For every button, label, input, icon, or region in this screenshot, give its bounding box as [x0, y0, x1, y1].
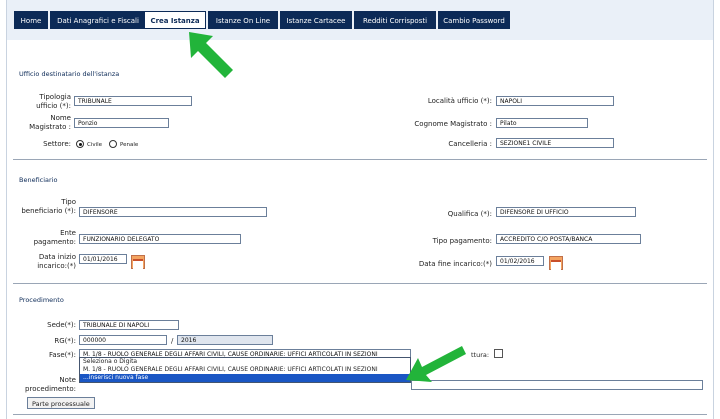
rg-label: RG(*): — [54, 337, 76, 345]
localita-label: Località ufficio (*): — [427, 97, 492, 105]
tab-dati-anagrafici[interactable]: Dati Anagrafici e Fiscali — [50, 11, 146, 29]
data-fine-field[interactable]: 01/02/2016 — [496, 256, 544, 266]
top-navigation: Home Dati Anagrafici e Fiscali Crea Ista… — [7, 0, 713, 40]
cognome-magistrato-field[interactable]: Pilato — [496, 118, 588, 128]
partial-label: ttura: — [471, 351, 490, 359]
fase-option-inserisci[interactable]: ...inserisci nuova fase — [80, 374, 410, 382]
qualifica-label: Qualifica (*): — [447, 210, 492, 218]
rg-separator: / — [171, 337, 174, 345]
tipo-beneficiario-label: Tipo beneficiario (*): — [21, 198, 76, 215]
fase-dropdown-list: Seleziona o Digita M. 1/8 - RUOLO GENERA… — [79, 357, 411, 383]
section-title-beneficiario: Beneficiario — [19, 176, 58, 184]
divider — [13, 414, 707, 415]
tab-cambio-password[interactable]: Cambio Password — [438, 11, 510, 29]
localita-field[interactable]: NAPOLI — [496, 96, 614, 106]
calendar-icon[interactable] — [549, 256, 563, 270]
ente-pagamento-label: Ente pagamento: — [33, 229, 76, 246]
tipo-pagamento-label: Tipo pagamento: — [432, 237, 492, 245]
section-title-procedimento: Procedimento — [19, 296, 64, 304]
tab-redditi-corrisposti[interactable]: Redditi Corrisposti — [354, 11, 436, 29]
ente-pagamento-field[interactable]: FUNZIONARIO DELEGATO — [79, 234, 241, 244]
note-procedimento-label: Note procedimento: — [25, 376, 76, 393]
settore-civile-label: Civile — [87, 142, 103, 148]
settore-penale-radio[interactable] — [109, 140, 117, 148]
tipo-beneficiario-field[interactable]: DIFENSORE — [79, 207, 267, 217]
cancelleria-field[interactable]: SEZIONE1 CIVILE — [496, 138, 614, 148]
sede-label: Sede(*): — [47, 321, 76, 329]
green-arrow-icon — [406, 346, 466, 382]
rg-number-field[interactable]: 000000 — [79, 335, 167, 345]
qualifica-field[interactable]: DIFENSORE DI UFFICIO — [496, 207, 636, 217]
data-inizio-field[interactable]: 01/01/2016 — [79, 254, 127, 264]
sede-field[interactable]: TRIBUNALE DI NAPOLI — [79, 320, 179, 330]
fase-label: Fase(*): — [49, 351, 76, 359]
green-arrow-icon — [189, 32, 233, 78]
fase-option[interactable]: M. 1/8 - RUOLO GENERALE DEGLI AFFARI CIV… — [80, 366, 410, 374]
divider — [13, 159, 707, 160]
nome-magistrato-label: Nome Magistrato : — [29, 114, 71, 131]
parte-processuale-button[interactable]: Parte processuale — [27, 397, 95, 409]
tab-istanze-cartacee[interactable]: Istanze Cartacee — [280, 11, 352, 29]
section-title-ufficio: Ufficio destinatario dell'istanza — [19, 70, 120, 78]
fase-option[interactable]: Seleziona o Digita — [80, 358, 410, 366]
tab-crea-istanza[interactable]: Crea Istanza — [144, 11, 206, 29]
page-frame: Home Dati Anagrafici e Fiscali Crea Ista… — [6, 0, 714, 419]
rg-year-field: 2016 — [177, 335, 273, 345]
cognome-magistrato-label: Cognome Magistrato : — [414, 120, 492, 128]
cancelleria-label: Cancelleria : — [448, 140, 492, 148]
checkbox[interactable] — [494, 349, 503, 358]
tab-istanze-online[interactable]: Istanze On Line — [208, 11, 278, 29]
data-inizio-label: Data inizio incarico:(*) — [37, 253, 76, 270]
tipo-pagamento-field[interactable]: ACCREDITO C/O POSTA/BANCA — [496, 234, 641, 244]
divider — [13, 283, 707, 284]
settore-label: Settore: — [43, 140, 71, 148]
settore-penale-label: Penale — [120, 142, 139, 148]
tipologia-field[interactable]: TRIBUNALE — [74, 96, 192, 106]
settore-civile-radio[interactable] — [76, 140, 84, 148]
nome-magistrato-field[interactable]: Ponzio — [74, 118, 169, 128]
calendar-icon[interactable] — [131, 255, 145, 269]
tab-home[interactable]: Home — [14, 11, 48, 29]
data-fine-label: Data fine incarico:(*) — [418, 260, 492, 268]
tipologia-label: Tipologia ufficio (*): — [36, 93, 71, 110]
